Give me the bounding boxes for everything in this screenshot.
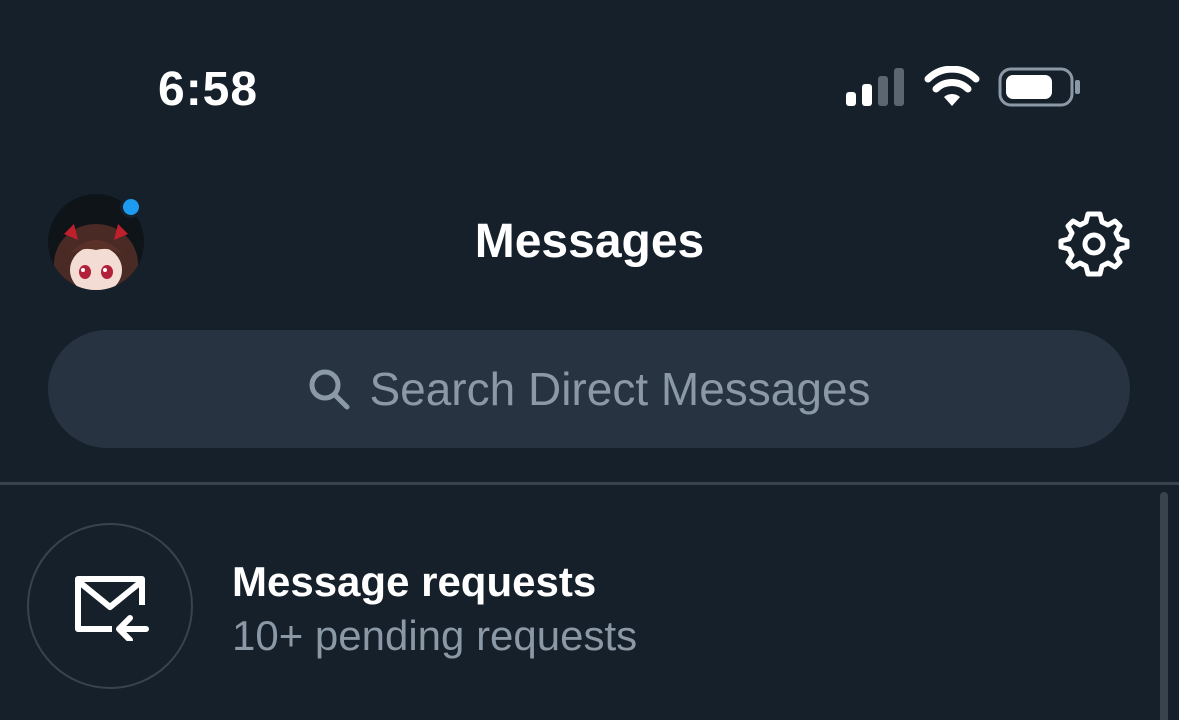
mail-incoming-icon	[75, 576, 149, 641]
message-requests-row[interactable]: Message requests 10+ pending requests	[0, 486, 1150, 720]
message-requests-subtitle: 10+ pending requests	[232, 612, 638, 659]
message-requests-icon-circle	[27, 523, 193, 689]
message-requests-title: Message requests	[232, 558, 597, 605]
search-input[interactable]: Search Direct Messages	[48, 330, 1130, 448]
page-title: Messages	[474, 215, 705, 268]
scrollbar[interactable]	[1160, 492, 1168, 720]
status-time: 6:58	[158, 63, 259, 116]
gear-icon[interactable]	[1058, 208, 1130, 280]
battery-icon	[998, 67, 1080, 107]
wifi-icon	[924, 66, 980, 106]
search-icon	[309, 369, 350, 410]
search-placeholder: Search Direct Messages	[369, 363, 871, 415]
messages-screen: 6:58 Messages Search Direct Messages Mes…	[0, 0, 1179, 720]
divider	[0, 482, 1179, 485]
cellular-signal-icon	[846, 68, 904, 106]
